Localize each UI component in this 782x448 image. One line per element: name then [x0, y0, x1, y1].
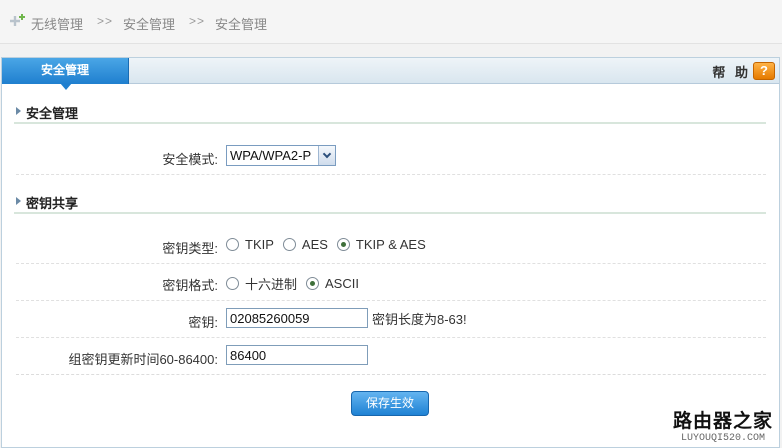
section-title: 安全管理	[26, 106, 79, 121]
watermark: 路由器之家 LUYOUQI520.COM	[673, 411, 773, 445]
triangle-right-icon	[16, 197, 21, 205]
tab-pointer	[60, 83, 72, 90]
group-key-renewal-label: 组密钥更新时间60-86400:	[68, 352, 218, 367]
help-button[interactable]: 帮 助 ?	[712, 62, 775, 80]
row-key: 密钥: 密钥长度为8-63!	[16, 301, 766, 338]
row-security-mode: 安全模式: WPA/WPA2-P	[16, 138, 766, 175]
breadcrumb-item-wireless[interactable]: 无线管理	[31, 14, 83, 33]
key-input[interactable]	[226, 308, 368, 328]
key-type-label: 密钥类型:	[162, 241, 218, 256]
key-label: 密钥:	[188, 315, 218, 330]
breadcrumb-item-current: 安全管理	[215, 17, 268, 32]
plus-icon	[10, 14, 25, 26]
radio-option-tkip-aes[interactable]: TKIP & AES	[336, 237, 426, 252]
radio-option-tkip[interactable]: TKIP	[226, 237, 274, 252]
security-mode-select[interactable]: WPA/WPA2-P	[226, 145, 336, 166]
tab-bar: 安全管理 帮 助 ?	[2, 58, 779, 90]
key-type-radio-group: TKIP AES TKIP & AES	[226, 237, 435, 252]
radio-button[interactable]	[226, 238, 239, 251]
radio-button[interactable]	[282, 238, 296, 251]
breadcrumb-item-security[interactable]: 安全管理	[123, 14, 175, 33]
radio-option-ascii[interactable]: ASCII	[306, 276, 359, 291]
radio-label[interactable]: ASCII	[325, 276, 359, 291]
tab-security-management[interactable]: 安全管理	[2, 58, 129, 84]
row-key-format: 密钥格式: 十六进制 ASCII	[16, 264, 766, 301]
help-label[interactable]: 帮 助	[712, 62, 751, 81]
radio-button[interactable]	[226, 277, 239, 290]
security-panel: 安全管理 帮 助 ? 安全管理 安全模式: WPA/WPA2-P 密钥共享 密钥…	[1, 57, 780, 448]
radio-label[interactable]: TKIP & AES	[356, 237, 426, 252]
breadcrumb-separator: >>	[189, 14, 206, 28]
breadcrumb-separator: >>	[97, 14, 114, 28]
radio-button-selected[interactable]	[336, 238, 350, 251]
section-title: 密钥共享	[26, 196, 79, 211]
radio-option-aes[interactable]: AES	[282, 237, 328, 252]
breadcrumb: 无线管理 >> 安全管理 >> 安全管理	[0, 0, 782, 44]
key-length-hint: 密钥长度为8-63!	[372, 311, 467, 327]
radio-option-hex[interactable]: 十六进制	[226, 274, 297, 293]
watermark-url: LUYOUQI520.COM	[680, 433, 765, 444]
watermark-title: 路由器之家	[672, 411, 773, 432]
help-question-icon[interactable]: ?	[753, 62, 775, 80]
key-format-label: 密钥格式:	[162, 278, 218, 293]
group-key-renewal-input[interactable]	[226, 345, 368, 365]
radio-label[interactable]: AES	[302, 237, 328, 252]
radio-button-selected[interactable]	[306, 277, 320, 290]
security-mode-label: 安全模式:	[162, 152, 218, 167]
section-security: 安全管理	[14, 102, 766, 124]
security-mode-value: WPA/WPA2-P	[230, 148, 312, 163]
save-button[interactable]: 保存生效	[351, 391, 429, 416]
row-key-type: 密钥类型: TKIP AES TKIP & AES	[16, 227, 766, 264]
dropdown-button[interactable]	[318, 146, 335, 165]
key-format-radio-group: 十六进制 ASCII	[226, 274, 368, 293]
chevron-down-icon	[322, 149, 332, 159]
row-group-key-renewal: 组密钥更新时间60-86400:	[16, 338, 766, 375]
section-key-share: 密钥共享	[14, 192, 766, 214]
triangle-right-icon	[16, 107, 21, 115]
radio-label[interactable]: 十六进制	[245, 274, 297, 293]
radio-label[interactable]: TKIP	[245, 237, 274, 252]
